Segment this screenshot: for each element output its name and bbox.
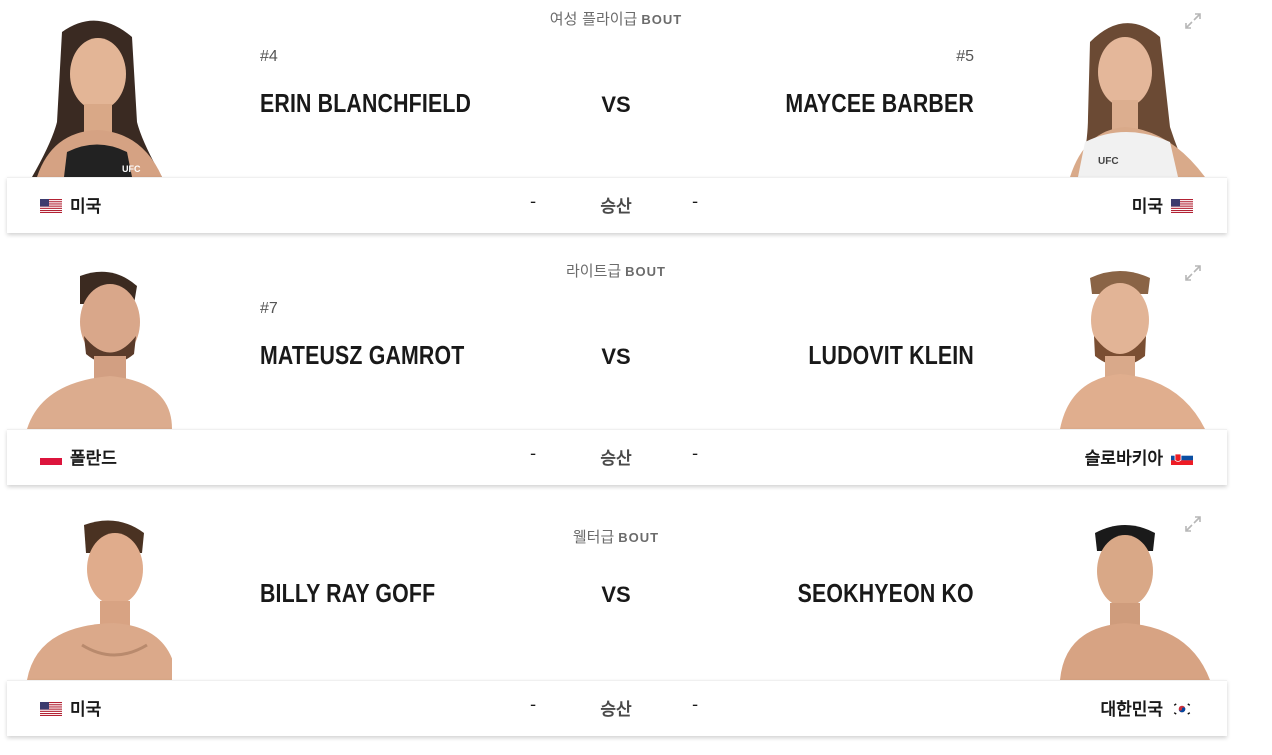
fighter-photo-right[interactable]: [1060, 264, 1210, 429]
odds-left: -: [530, 192, 537, 212]
fighter-name-right[interactable]: MAYCEE BARBER: [785, 88, 974, 119]
us-flag-icon: [40, 701, 62, 716]
division-label: 라이트급: [565, 262, 622, 280]
svg-text:UFC: UFC: [1098, 156, 1119, 167]
vs-label: VS: [601, 344, 631, 369]
country-name-right: 대한민국: [1100, 700, 1163, 720]
bout-label: BOUT: [641, 12, 683, 27]
country-left: 미국: [40, 192, 101, 217]
us-flag-icon: [40, 198, 62, 213]
fighter-rank-right: #5: [956, 48, 974, 65]
vs-label: VS: [601, 92, 631, 117]
division-label: 여성 플라이급: [549, 10, 638, 28]
country-name-left: 미국: [70, 700, 102, 720]
fighter-photo-left[interactable]: [22, 515, 172, 680]
country-name-left: 미국: [70, 197, 102, 217]
fight-odds-bar: 미국 - 승산 - 대한민국: [7, 680, 1227, 736]
country-left: 미국: [40, 695, 101, 720]
expand-icon[interactable]: [1182, 10, 1204, 32]
division-label: 웰터급: [572, 528, 615, 546]
country-right: 미국: [1132, 192, 1193, 217]
odds-right: -: [692, 192, 699, 212]
us-flag-icon: [1171, 198, 1193, 213]
fighter-photo-left[interactable]: UFC: [22, 12, 172, 177]
vs-label: VS: [601, 582, 631, 607]
expand-icon[interactable]: [1182, 513, 1204, 535]
bout-card: 여성 플라이급 BOUT UFC UFC #4 #5 ERIN BLANCHFIE…: [0, 0, 1272, 252]
svg-text:UFC: UFC: [122, 164, 141, 174]
odds-label: 승산: [600, 197, 632, 217]
bout-division: 여성 플라이급 BOUT: [0, 8, 1232, 29]
bout-card: 라이트급 BOUT #7 MATEUSZ GAMROT VS LUDOVIT KL…: [0, 252, 1272, 504]
fight-odds-bar: 미국 - 승산 - 미국: [7, 177, 1227, 233]
country-name-left: 폴란드: [70, 449, 117, 469]
expand-icon[interactable]: [1182, 262, 1204, 284]
fight-odds-bar: 폴란드 - 승산 - 슬로바키아: [7, 429, 1227, 485]
bout-card: 웰터급BOUT BILLY RAY GOFF VS SEOKHYEON KO: [0, 503, 1272, 755]
fighter-name-left[interactable]: ERIN BLANCHFIELD: [260, 88, 471, 119]
fighter-photo-left[interactable]: [22, 264, 172, 429]
country-name-right: 미국: [1131, 197, 1163, 217]
country-right: 슬로바키아: [1085, 444, 1193, 469]
slovakia-flag-icon: [1171, 450, 1193, 465]
country-right: 대한민국: [1100, 695, 1193, 720]
south-korea-flag-icon: [1171, 701, 1193, 716]
country-left: 폴란드: [40, 444, 117, 469]
fighter-rank-left: #4: [260, 48, 278, 65]
fighter-name-left[interactable]: MATEUSZ GAMROT: [260, 340, 464, 371]
bout-label: BOUT: [625, 264, 667, 279]
odds-label: 승산: [600, 449, 632, 469]
odds-left: -: [530, 444, 537, 464]
fighter-photo-right[interactable]: UFC: [1060, 12, 1210, 177]
country-name-right: 슬로바키아: [1084, 449, 1163, 469]
odds-right: -: [692, 695, 699, 715]
fighter-photo-right[interactable]: [1060, 515, 1210, 680]
fighter-name-left[interactable]: BILLY RAY GOFF: [260, 578, 435, 609]
fighter-name-right[interactable]: SEOKHYEON KO: [798, 578, 974, 609]
fighter-rank-left: #7: [260, 300, 278, 317]
poland-flag-icon: [40, 450, 62, 465]
fighter-name-right[interactable]: LUDOVIT KLEIN: [808, 340, 974, 371]
bout-division: 라이트급 BOUT: [0, 260, 1232, 281]
bout-division: 웰터급 BOUT: [0, 526, 1232, 547]
bout-label: BOUT: [618, 530, 660, 545]
odds-label: 승산: [600, 700, 632, 720]
odds-right: -: [692, 444, 699, 464]
odds-left: -: [530, 695, 537, 715]
